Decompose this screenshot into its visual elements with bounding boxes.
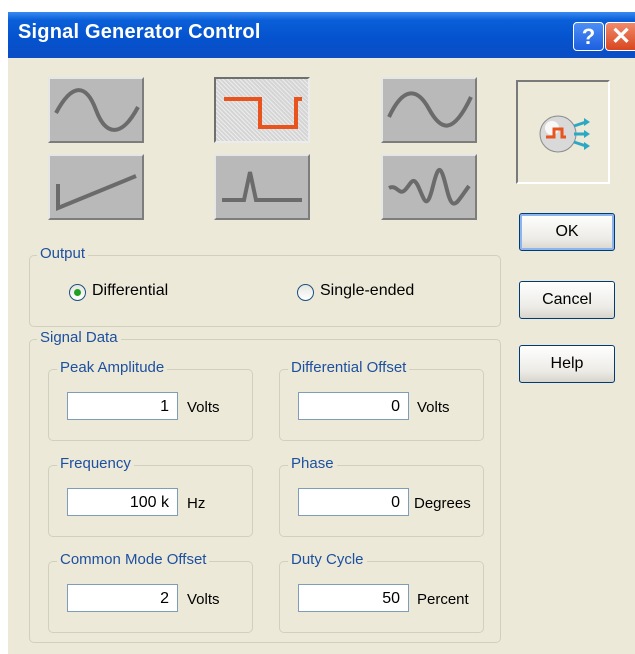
help-button[interactable]: Help — [519, 345, 615, 383]
common-mode-offset-label: Common Mode Offset — [57, 551, 210, 569]
differential-offset-label: Differential Offset — [288, 359, 410, 377]
output-group-label: Output — [37, 245, 89, 263]
frequency-unit: Hz — [187, 495, 206, 512]
sine-wave-button[interactable] — [48, 77, 144, 143]
phase-unit: Degrees — [414, 495, 471, 512]
cancel-button[interactable]: Cancel — [519, 281, 615, 319]
phase-input[interactable]: 0 — [298, 488, 409, 516]
sine-wave-icon — [54, 88, 140, 132]
differential-offset-input[interactable]: 0 — [298, 392, 409, 420]
duty-cycle-input[interactable]: 50 — [298, 584, 409, 612]
differential-radio[interactable] — [69, 284, 86, 301]
question-mark-icon[interactable]: ? — [573, 22, 604, 51]
close-x-icon[interactable]: ✕ — [605, 22, 635, 51]
dialog-window: Signal Generator Control ? ✕ OK Cancel H… — [8, 12, 635, 654]
arbitrary-wave-button[interactable] — [381, 154, 477, 220]
window-title: Signal Generator Control — [18, 21, 261, 43]
duty-cycle-unit: Percent — [417, 591, 469, 608]
arbitrary-wave-icon — [388, 168, 471, 206]
phase-label: Phase — [288, 455, 337, 473]
ok-button[interactable]: OK — [519, 213, 615, 251]
common-mode-offset-unit: Volts — [187, 591, 220, 608]
square-wave-icon — [224, 97, 302, 129]
differential-label: Differential — [92, 282, 169, 299]
peak-amplitude-label: Peak Amplitude — [57, 359, 168, 377]
peak-amplitude-input[interactable]: 1 — [67, 392, 178, 420]
single-ended-radio[interactable] — [297, 284, 314, 301]
signal-source-icon — [539, 115, 590, 153]
pulse-wave-icon — [222, 171, 302, 202]
sawtooth-wave-button[interactable] — [48, 154, 144, 220]
title-bar: Signal Generator Control ? ✕ — [8, 12, 635, 58]
peak-amplitude-unit: Volts — [187, 399, 220, 416]
frequency-input[interactable]: 100 k — [67, 488, 178, 516]
single-ended-label: Single-ended — [320, 282, 415, 299]
sawtooth-wave-icon — [56, 174, 137, 211]
frequency-label: Frequency — [57, 455, 134, 473]
sine-wave-alt-icon — [387, 91, 473, 128]
differential-offset-unit: Volts — [417, 399, 450, 416]
common-mode-offset-input[interactable]: 2 — [67, 584, 178, 612]
pulse-wave-button[interactable] — [214, 154, 310, 220]
sine-wave-alt-button[interactable] — [381, 77, 477, 143]
signal-data-group-label: Signal Data — [37, 329, 121, 347]
square-wave-button[interactable] — [214, 77, 310, 143]
duty-cycle-label: Duty Cycle — [288, 551, 367, 569]
waveform-preview — [516, 80, 610, 184]
